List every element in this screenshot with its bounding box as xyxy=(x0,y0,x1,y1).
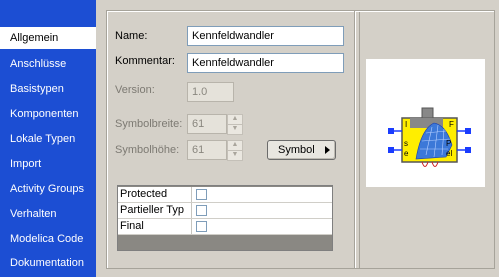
property-name: Partieller Typ xyxy=(118,203,192,218)
symbol-preview: I F s e P el xyxy=(366,59,485,187)
name-label: Name: xyxy=(115,30,148,42)
symbol-letter: F xyxy=(449,120,454,129)
symbol-button-label: Symbol xyxy=(278,144,315,156)
sidebar-item-anschlüsse[interactable]: Anschlüsse xyxy=(0,53,96,75)
sidebar-item-komponenten[interactable]: Komponenten xyxy=(0,103,96,125)
sidebar-item-modelica-code[interactable]: Modelica Code xyxy=(0,228,96,250)
converter-symbol-icon: I F s e P el xyxy=(388,107,471,167)
property-checkbox[interactable] xyxy=(196,221,207,232)
symbol-letter: I xyxy=(405,120,407,129)
name-input[interactable] xyxy=(187,26,344,46)
property-name: Protected xyxy=(118,187,192,202)
sidebar-item-allgemein[interactable]: Allgemein xyxy=(0,27,98,49)
symbol-height-spinner: ▲ ▼ xyxy=(227,140,243,161)
symbol-width-label: Symbolbreite: xyxy=(115,118,183,130)
symbol-letter: e xyxy=(404,149,409,158)
symbol-top-port xyxy=(421,107,434,119)
sidebar-item-lokale-typen[interactable]: Lokale Typen xyxy=(0,128,96,150)
sidebar-item-activity-groups[interactable]: Activity Groups xyxy=(0,178,96,200)
spin-down-icon: ▼ xyxy=(227,124,243,135)
port-square-icon xyxy=(465,147,471,153)
version-label: Version: xyxy=(115,84,155,96)
version-input xyxy=(187,82,234,102)
symbol-letter: P xyxy=(446,139,451,148)
sidebar-item-dokumentation[interactable]: Dokumentation xyxy=(0,252,96,274)
main-panel: Name: Kommentar: Version: Symbolbreite: … xyxy=(96,0,499,277)
property-name: Final xyxy=(118,219,192,234)
arrow-right-icon xyxy=(325,146,330,154)
table-row: Partieller Typ xyxy=(118,203,332,219)
preview-panel: I F s e P el xyxy=(354,10,495,269)
comment-label: Kommentar: xyxy=(115,55,175,67)
table-row: Final xyxy=(118,219,332,235)
symbol-letter: s xyxy=(404,139,408,148)
sidebar-item-import[interactable]: Import xyxy=(0,153,96,175)
port-square-icon xyxy=(465,128,471,134)
comment-input[interactable] xyxy=(187,53,344,73)
port-square-icon xyxy=(388,147,394,153)
sidebar-item-basistypen[interactable]: Basistypen xyxy=(0,78,96,100)
symbol-button[interactable]: Symbol xyxy=(267,140,336,160)
sidebar-item-verhalten[interactable]: Verhalten xyxy=(0,203,96,225)
spin-down-icon: ▼ xyxy=(227,150,243,161)
port-square-icon xyxy=(388,128,394,134)
symbol-height-input xyxy=(187,140,227,160)
symbol-letter: el xyxy=(446,149,452,158)
symbol-height-label: Symbolhöhe: xyxy=(115,144,180,156)
property-checkbox[interactable] xyxy=(196,205,207,216)
properties-table: Protected Partieller Typ Final xyxy=(117,185,333,251)
symbol-width-input xyxy=(187,114,227,134)
property-checkbox[interactable] xyxy=(196,189,207,200)
sidebar-nav: Allgemein Anschlüsse Basistypen Komponenten… xyxy=(0,0,98,277)
symbol-width-spinner: ▲ ▼ xyxy=(227,114,243,135)
table-row: Protected xyxy=(118,187,332,203)
